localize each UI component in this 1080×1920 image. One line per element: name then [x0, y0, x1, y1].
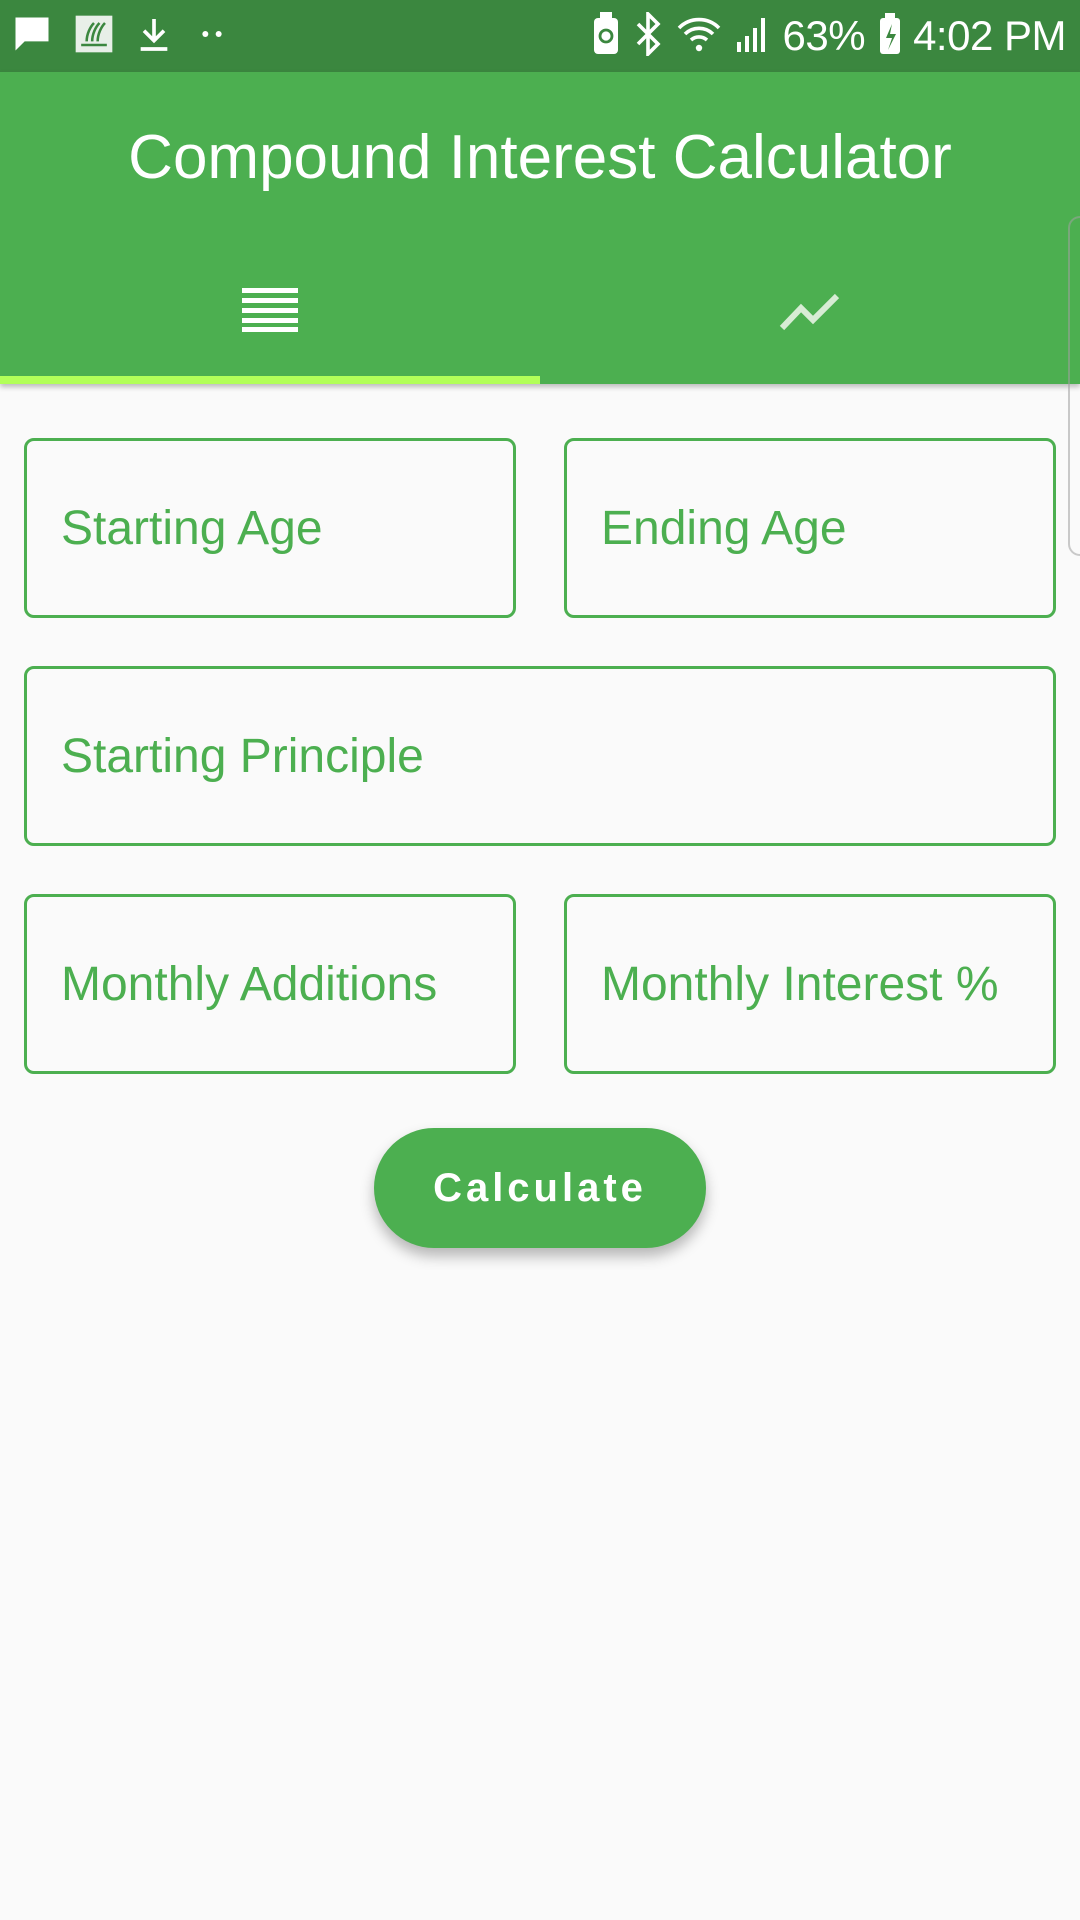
battery-saver-icon [591, 11, 621, 61]
battery-charging-icon [877, 12, 903, 61]
message-icon [10, 12, 54, 61]
trending-chart-icon [779, 288, 841, 337]
app-title: Compound Interest Calculator [128, 123, 952, 192]
monthly-additions-field[interactable]: Monthly Additions [24, 894, 516, 1074]
calculate-button[interactable]: Calculate [374, 1128, 706, 1248]
calculate-button-label: Calculate [433, 1165, 647, 1210]
download-icon [134, 14, 174, 59]
bluetooth-icon [633, 9, 663, 61]
tab-chart[interactable] [540, 240, 1080, 384]
edge-panel-handle[interactable] [1068, 216, 1080, 556]
starting-age-placeholder: Starting Age [61, 501, 323, 555]
battery-percent: 63% [782, 12, 866, 59]
more-dots-icon [192, 24, 232, 49]
signal-icon [735, 12, 771, 61]
starting-principle-field[interactable]: Starting Principle [24, 666, 1056, 846]
ending-age-placeholder: Ending Age [601, 501, 847, 555]
tab-indicator [0, 376, 540, 384]
starting-principle-placeholder: Starting Principle [61, 729, 424, 783]
app-notification-icon [72, 12, 116, 61]
status-bar: 63% 4:02 PM [0, 0, 1080, 72]
monthly-additions-placeholder: Monthly Additions [61, 957, 438, 1011]
monthly-interest-placeholder: Monthly Interest % [601, 957, 999, 1011]
ending-age-field[interactable]: Ending Age [564, 438, 1056, 618]
status-bar-left [10, 0, 250, 72]
status-bar-right: 63% 4:02 PM [579, 0, 1066, 72]
starting-age-field[interactable]: Starting Age [24, 438, 516, 618]
wifi-icon [675, 12, 723, 61]
monthly-interest-field[interactable]: Monthly Interest % [564, 894, 1056, 1074]
list-icon [242, 287, 298, 337]
tab-form[interactable] [0, 240, 540, 384]
status-time: 4:02 PM [913, 12, 1066, 59]
